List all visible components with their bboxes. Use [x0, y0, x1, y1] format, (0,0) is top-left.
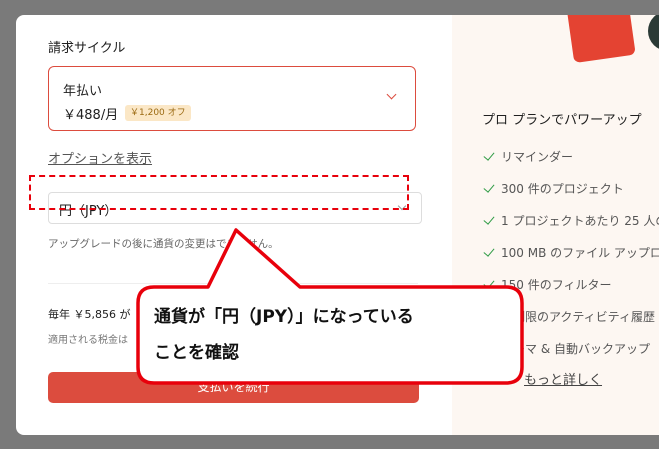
callout-bubble	[136, 228, 524, 385]
callout-line-2: ことを確認	[154, 343, 239, 363]
callout-line-1: 通貨が「円（JPY）」になっている	[154, 307, 414, 327]
callout-text: 通貨が「円（JPY）」になっている ことを確認	[154, 299, 514, 371]
